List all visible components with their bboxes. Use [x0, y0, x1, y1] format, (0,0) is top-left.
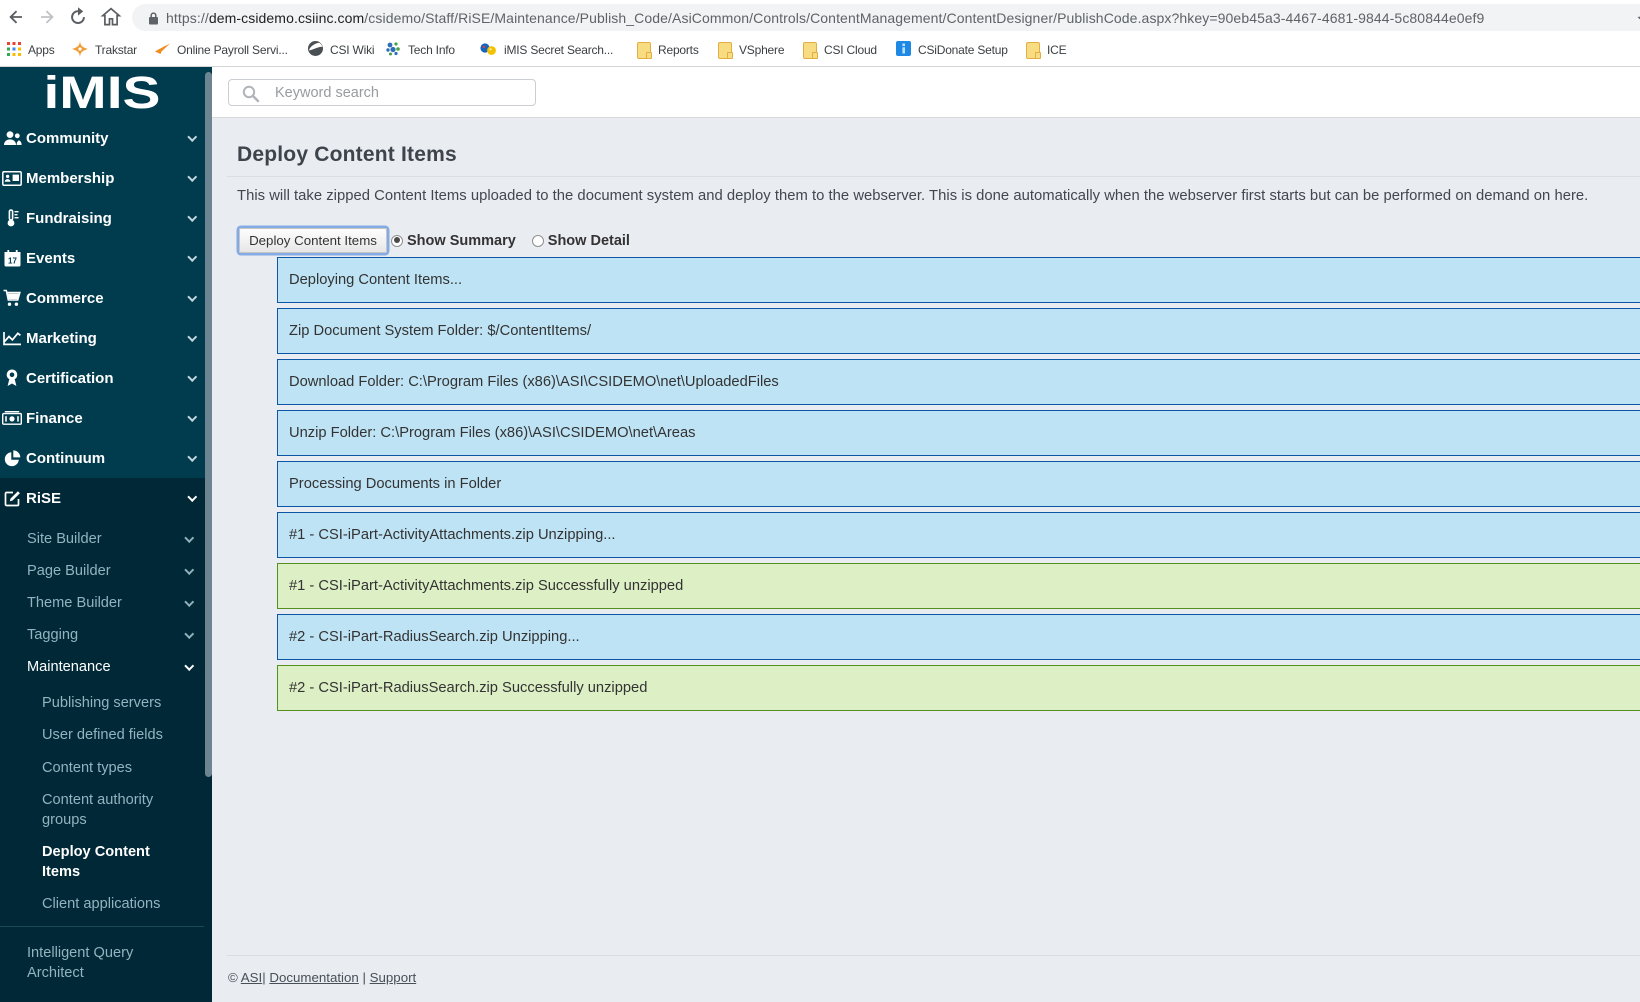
svg-text:17: 17 — [8, 256, 17, 265]
svg-text:iMIS: iMIS — [44, 73, 161, 113]
